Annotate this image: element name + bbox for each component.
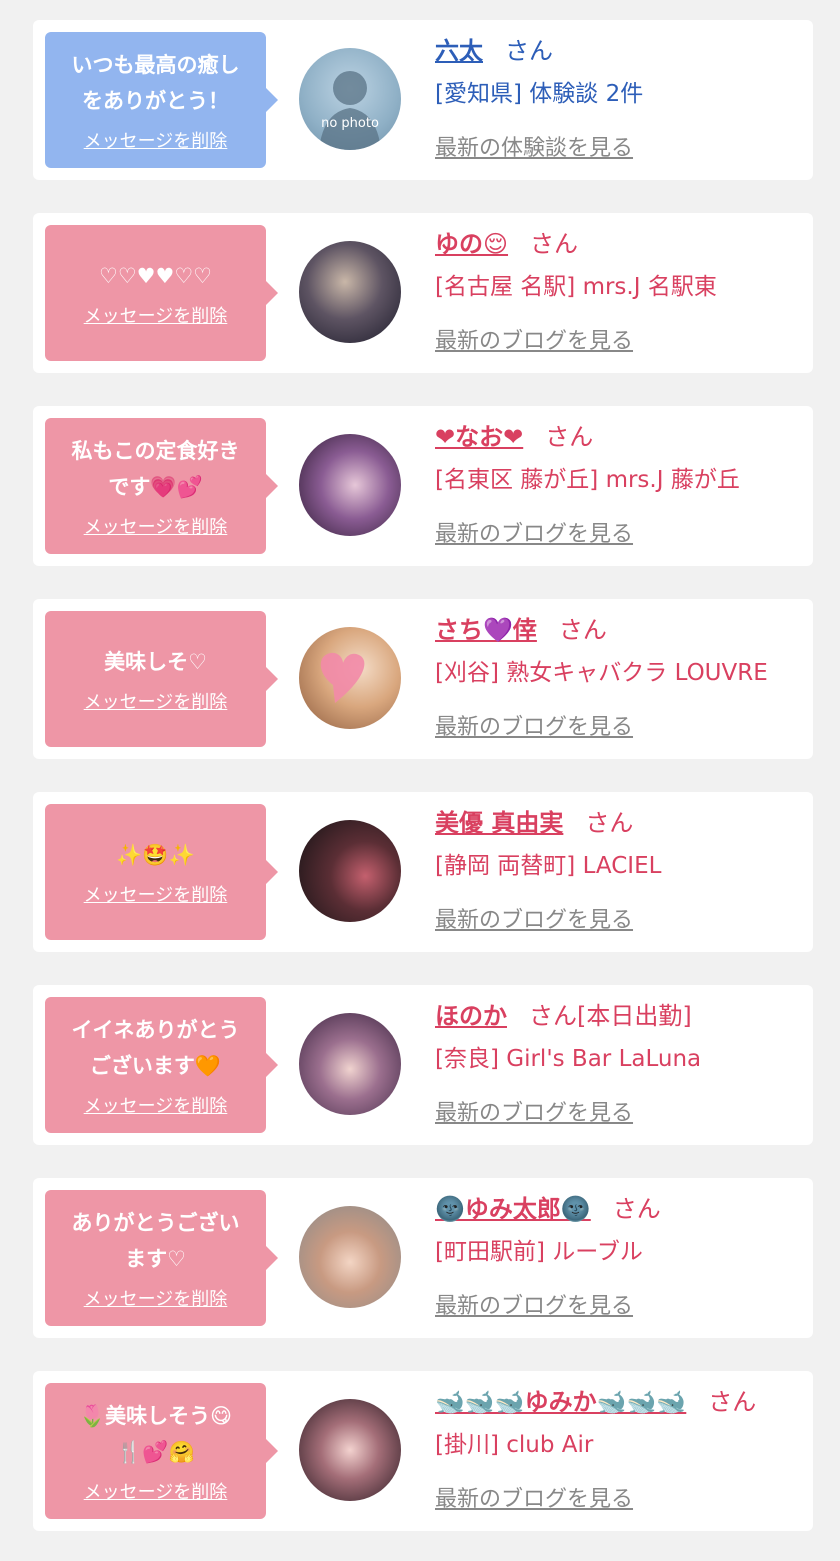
message-bubble: ♡♡♥♥♡♡ メッセージを削除 [45,225,278,361]
avatar[interactable] [299,627,401,729]
shop-info: [奈良] Girl's Bar LaLuna [435,1046,702,1072]
user-name-link[interactable]: 六太 [435,37,483,65]
honorific: さん[本日出勤] [529,1002,692,1030]
honorific: さん [505,37,553,65]
message-text: ありがとうござい ます♡ [71,1211,240,1271]
avatar[interactable] [299,1399,401,1501]
message-text: 私もこの定食好き です💗💕 [71,439,240,499]
message-card: ♡♡♥♥♡♡ メッセージを削除 ゆの😌 さん [名古屋 名駅] mrs.J 名駅東… [33,213,813,373]
delete-message-link[interactable]: メッセージを削除 [84,131,228,153]
message-bubble: ✨🤩✨ メッセージを削除 [45,804,278,940]
delete-message-link[interactable]: メッセージを削除 [84,306,228,328]
message-bubble: いつも最高の癒し をありがとう！ メッセージを削除 [45,32,278,168]
message-list: いつも最高の癒し をありがとう！ メッセージを削除 no photo 六太 さん … [0,0,840,1561]
message-text: イイネありがとう ございます🧡 [71,1018,240,1078]
avatar[interactable] [299,1206,401,1308]
shop-info: [刈谷] 熟女キャバクラ LOUVRE [435,660,768,686]
honorific: さん [545,423,594,451]
shop-info: [町田駅前] ルーブル [435,1239,643,1265]
view-latest-link[interactable]: 最新のブログを見る [435,906,633,936]
delete-message-link[interactable]: メッセージを削除 [84,1096,228,1118]
honorific: さん [558,616,607,644]
message-bubble: 🌷美味しそう😋 🍴💕🤗 メッセージを削除 [45,1383,278,1519]
message-card: いつも最高の癒し をありがとう！ メッセージを削除 no photo 六太 さん … [33,20,813,180]
message-text: ♡♡♥♥♡♡ [99,264,212,288]
message-bubble: 美味しそ♡ メッセージを削除 [45,611,278,747]
message-text: 美味しそ♡ [104,650,207,674]
delete-message-link[interactable]: メッセージを削除 [84,692,228,714]
no-photo-label: no photo [321,116,379,131]
user-name-link[interactable]: さち💜倖 [435,616,537,644]
message-card: イイネありがとう ございます🧡 メッセージを削除 ほのか さん[本日出勤] [奈良… [33,985,813,1145]
delete-message-link[interactable]: メッセージを削除 [84,885,228,907]
shop-info: [愛知県] 体験談 2件 [435,81,644,107]
message-text: ✨🤩✨ [116,843,195,867]
user-name-link[interactable]: ゆの😌 [435,230,508,258]
user-name-link[interactable]: ほのか [435,1002,507,1030]
message-bubble: 私もこの定食好き です💗💕 メッセージを削除 [45,418,278,554]
honorific: さん [530,230,579,258]
honorific: さん [708,1388,757,1416]
view-latest-link[interactable]: 最新のブログを見る [435,713,633,743]
message-text: いつも最高の癒し をありがとう！ [71,53,240,113]
user-name-link[interactable]: 🐋🐋🐋ゆみか🐋🐋🐋 [435,1388,686,1416]
user-name-link[interactable]: ❤なお❤ [435,423,523,451]
honorific: さん [585,809,634,837]
no-photo-silhouette-icon [319,71,381,150]
message-card: ありがとうござい ます♡ メッセージを削除 🌚ゆみ太郎🌚 さん [町田駅前] ルー… [33,1178,813,1338]
message-card: 私もこの定食好き です💗💕 メッセージを削除 ❤なお❤ さん [名東区 藤が丘] … [33,406,813,566]
avatar[interactable] [299,434,401,536]
avatar[interactable] [299,241,401,343]
message-card: 美味しそ♡ メッセージを削除 さち💜倖 さん [刈谷] 熟女キャバクラ LOUVR… [33,599,813,759]
message-text: 🌷美味しそう😋 🍴💕🤗 [78,1404,233,1464]
avatar[interactable]: no photo [299,48,401,150]
view-latest-link[interactable]: 最新のブログを見る [435,327,633,357]
shop-info: [名古屋 名駅] mrs.J 名駅東 [435,274,717,300]
message-card: ✨🤩✨ メッセージを削除 美優 真由実 さん [静岡 両替町] LACIEL 最新… [33,792,813,952]
view-latest-link[interactable]: 最新のブログを見る [435,1099,633,1129]
shop-info: [掛川] club Air [435,1432,594,1458]
message-card: 🌷美味しそう😋 🍴💕🤗 メッセージを削除 🐋🐋🐋ゆみか🐋🐋🐋 さん [掛川] cl… [33,1371,813,1531]
view-latest-link[interactable]: 最新のブログを見る [435,1292,633,1322]
avatar[interactable] [299,1013,401,1115]
shop-info: [静岡 両替町] LACIEL [435,853,662,879]
honorific: さん [612,1195,661,1223]
delete-message-link[interactable]: メッセージを削除 [84,1289,228,1311]
user-name-link[interactable]: 美優 真由実 [435,809,563,837]
message-bubble: ありがとうござい ます♡ メッセージを削除 [45,1190,278,1326]
view-latest-link[interactable]: 最新の体験談を見る [435,134,633,164]
delete-message-link[interactable]: メッセージを削除 [84,517,228,539]
avatar[interactable] [299,820,401,922]
heart-sticker-icon [320,652,365,703]
message-bubble: イイネありがとう ございます🧡 メッセージを削除 [45,997,278,1133]
view-latest-link[interactable]: 最新のブログを見る [435,1485,633,1515]
view-latest-link[interactable]: 最新のブログを見る [435,520,633,550]
user-name-link[interactable]: 🌚ゆみ太郎🌚 [435,1195,591,1223]
shop-info: [名東区 藤が丘] mrs.J 藤が丘 [435,467,740,493]
delete-message-link[interactable]: メッセージを削除 [84,1482,228,1504]
